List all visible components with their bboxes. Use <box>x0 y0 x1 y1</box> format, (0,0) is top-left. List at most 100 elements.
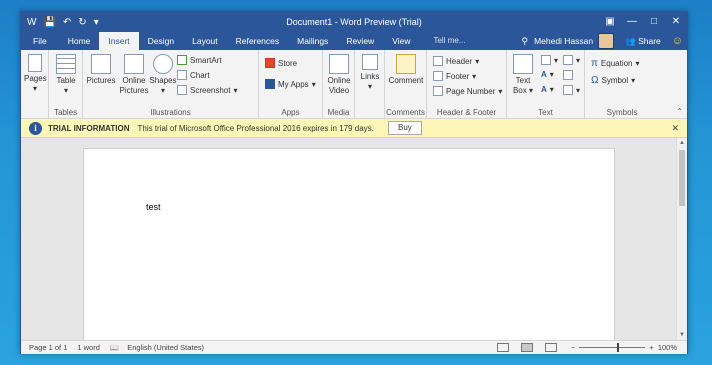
wordart-button[interactable]: A ▾ <box>541 70 554 79</box>
online-pictures-button[interactable]: Online Pictures <box>119 54 149 96</box>
trial-title: TRIAL INFORMATION <box>48 123 130 133</box>
user-area: Mehedi Hassan 👥 Share ☺ <box>534 32 687 50</box>
tab-layout[interactable]: Layout <box>183 32 227 50</box>
quick-parts-icon <box>541 55 551 65</box>
online-video-button[interactable]: Online Video <box>325 54 353 96</box>
trial-message: This trial of Microsoft Office Professio… <box>137 123 374 133</box>
pictures-label: Pictures <box>86 76 116 85</box>
share-button[interactable]: 👥 Share <box>625 36 661 47</box>
screenshot-button[interactable]: Screenshot ▾ <box>177 85 237 95</box>
smartart-button[interactable]: SmartArt <box>177 55 222 65</box>
quick-access-toolbar: W 💾 ↶ ↻ ▾ <box>21 17 99 28</box>
symbol-button[interactable]: Ω Symbol ▾ <box>591 75 635 86</box>
group-comments: Comment Comments <box>385 50 427 119</box>
object-button[interactable]: ▾ <box>563 85 580 95</box>
avatar[interactable] <box>598 33 615 49</box>
proofing-icon[interactable]: 📖 <box>110 343 119 352</box>
tab-mailings[interactable]: Mailings <box>288 32 337 50</box>
textbox-label: Text Box <box>512 76 531 95</box>
header-icon <box>433 56 443 66</box>
close-icon[interactable]: ✕ <box>671 123 679 134</box>
group-label-symbols: Symbols <box>606 108 638 117</box>
language[interactable]: English (United States) <box>127 343 204 352</box>
zoom-slider-knob[interactable] <box>617 343 620 352</box>
status-bar: Page 1 of 1 1 word 📖 English (United Sta… <box>21 340 687 354</box>
ribbon-display-icon[interactable]: ▣ <box>599 12 621 32</box>
pictures-icon <box>91 54 111 74</box>
tab-home[interactable]: Home <box>59 32 100 50</box>
page-number-button[interactable]: Page Number ▾ <box>433 86 502 96</box>
zoom-slider[interactable] <box>579 343 646 352</box>
scroll-up-icon[interactable]: ▲ <box>677 140 687 146</box>
maximize-icon[interactable]: □ <box>643 12 665 32</box>
group-label-illustrations: Illustrations <box>150 108 191 117</box>
tell-me-input[interactable]: Tell me... <box>433 32 521 50</box>
page-count[interactable]: Page 1 of 1 <box>29 343 67 352</box>
document-page[interactable]: test <box>83 148 615 340</box>
store-button[interactable]: Store <box>265 58 297 68</box>
pictures-button[interactable]: Pictures <box>86 54 116 86</box>
equation-button[interactable]: π Equation ▾ <box>591 58 640 69</box>
header-button[interactable]: Header ▾ <box>433 56 479 66</box>
chart-icon <box>177 70 187 80</box>
drop-cap-button[interactable]: A ▾ <box>541 85 554 94</box>
table-button[interactable]: Table ▾ <box>54 54 78 96</box>
info-icon: i <box>29 121 42 135</box>
web-layout-icon[interactable] <box>545 343 557 352</box>
vertical-scrollbar[interactable]: ▲ ▼ <box>676 138 687 340</box>
tab-insert[interactable]: Insert <box>99 32 139 50</box>
group-header-footer: Header ▾ Footer ▾ Page Number ▾ Header &… <box>427 50 507 119</box>
links-button[interactable]: Links ▾ <box>358 54 382 92</box>
myapps-button[interactable]: My Apps ▾ <box>265 79 316 89</box>
quick-parts-button[interactable]: ▾ <box>541 55 558 65</box>
minimize-icon[interactable]: — <box>621 12 643 32</box>
comment-label: Comment <box>388 76 424 85</box>
smartart-icon <box>177 55 187 65</box>
redo-icon[interactable]: ↻ <box>78 17 86 28</box>
tab-view[interactable]: View <box>383 32 419 50</box>
buy-button[interactable]: Buy <box>387 121 422 135</box>
document-area: test <box>21 138 678 340</box>
tab-file[interactable]: File <box>21 32 59 50</box>
collapse-ribbon-icon[interactable]: ⌃ <box>676 107 683 116</box>
chart-button[interactable]: Chart <box>177 70 210 80</box>
tab-design[interactable]: Design <box>139 32 183 50</box>
store-label: Store <box>278 58 298 68</box>
date-time-button[interactable] <box>563 70 573 80</box>
scroll-down-icon[interactable]: ▼ <box>677 332 687 338</box>
group-label-text: Text <box>538 108 553 117</box>
omega-icon: Ω <box>591 75 599 86</box>
symbol-label: Symbol <box>601 76 629 85</box>
pages-button[interactable]: Pages ▾ <box>24 54 47 94</box>
zoom-level[interactable]: 100% <box>658 343 677 352</box>
drop-cap-icon: A <box>541 85 547 94</box>
header-label: Header <box>446 56 473 66</box>
document-text[interactable]: test <box>146 202 161 212</box>
customize-qat-icon[interactable]: ▾ <box>94 17 99 28</box>
footer-button[interactable]: Footer ▾ <box>433 71 476 81</box>
group-tables: Table ▾ Tables <box>49 50 83 119</box>
zoom-in-icon[interactable]: + <box>649 343 653 352</box>
signature-line-button[interactable]: ▾ <box>563 55 580 65</box>
undo-icon[interactable]: ↶ <box>63 17 71 28</box>
signature-line-icon <box>563 55 573 65</box>
shapes-button[interactable]: Shapes ▾ <box>149 54 177 96</box>
feedback-smile-icon[interactable]: ☺ <box>672 35 683 47</box>
word-logo-icon: W <box>27 16 37 28</box>
read-mode-icon[interactable] <box>497 343 509 352</box>
group-text: Text Box ▾ ▾ ▾ A ▾ A ▾ ▾ Text <box>507 50 585 119</box>
save-icon[interactable]: 💾 <box>43 17 55 28</box>
user-name[interactable]: Mehedi Hassan <box>534 36 593 46</box>
zoom-control: − + 100% <box>571 343 677 352</box>
tab-review[interactable]: Review <box>337 32 383 50</box>
page-number-label: Page Number <box>446 86 496 96</box>
close-icon[interactable]: ✕ <box>665 12 687 32</box>
scroll-thumb[interactable] <box>679 150 685 206</box>
print-layout-icon[interactable] <box>521 343 533 352</box>
comment-button[interactable]: Comment <box>388 54 424 86</box>
tab-references[interactable]: References <box>227 32 288 50</box>
zoom-out-icon[interactable]: − <box>571 343 575 352</box>
word-count[interactable]: 1 word <box>77 343 100 352</box>
textbox-button[interactable]: Text Box ▾ <box>510 54 536 96</box>
table-icon <box>56 54 76 74</box>
